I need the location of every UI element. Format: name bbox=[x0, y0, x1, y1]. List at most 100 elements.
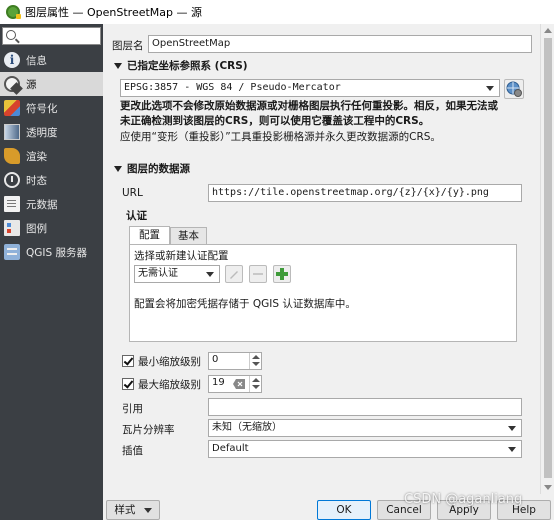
datasource-heading: 图层的数据源 bbox=[127, 163, 190, 175]
max-zoom-checkbox[interactable] bbox=[122, 378, 134, 390]
globe-settings-icon bbox=[506, 81, 522, 97]
url-input[interactable]: https://tile.openstreetmap.org/{z}/{x}/{… bbox=[208, 184, 522, 202]
rendering-icon bbox=[4, 148, 20, 164]
style-button-label: 样式 bbox=[114, 504, 136, 516]
max-zoom-value: 19 bbox=[212, 377, 225, 388]
title-bar: 图层属性 — OpenStreetMap — 源 bbox=[0, 0, 554, 24]
add-config-button[interactable] bbox=[273, 265, 291, 283]
reference-input[interactable] bbox=[208, 398, 522, 416]
info-icon: i bbox=[4, 52, 20, 68]
chevron-down-icon bbox=[508, 447, 516, 452]
minus-icon bbox=[253, 273, 263, 275]
sidebar-item-label: 符号化 bbox=[26, 102, 58, 115]
chevron-down-icon bbox=[206, 272, 214, 277]
auth-label: 认证 bbox=[126, 210, 147, 222]
sidebar-item-symbology[interactable]: 符号化 bbox=[0, 96, 103, 120]
remove-config-button[interactable] bbox=[249, 265, 267, 283]
sidebar-item-label: 图例 bbox=[26, 222, 47, 235]
sidebar-item-label: 渲染 bbox=[26, 150, 47, 163]
legend-icon bbox=[4, 220, 20, 236]
sidebar-item-metadata[interactable]: 元数据 bbox=[0, 192, 103, 216]
scroll-down-icon[interactable] bbox=[544, 485, 552, 490]
window-title: 图层属性 — OpenStreetMap — 源 bbox=[25, 6, 203, 19]
sidebar-item-label: 信息 bbox=[26, 54, 47, 67]
tab-config[interactable]: 配置 bbox=[129, 226, 170, 245]
crs-heading: 已指定坐标参照系 (CRS) bbox=[127, 60, 248, 72]
datasource-section-header[interactable]: 图层的数据源 bbox=[114, 161, 190, 176]
tile-resolution-value: 未知（无缩放） bbox=[212, 422, 282, 433]
sidebar-item-label: QGIS 服务器 bbox=[26, 246, 88, 259]
url-label: URL bbox=[122, 187, 143, 199]
min-zoom-label: 最小缩放级别 bbox=[138, 356, 201, 368]
crs-hint: 应使用“变形（重投影）”工具重投影栅格源并永久更改数据源的CRS。 bbox=[120, 131, 441, 143]
auth-config-prompt: 选择或新建认证配置 bbox=[134, 250, 229, 262]
auth-config-select[interactable]: 无需认证 bbox=[134, 265, 220, 283]
temporal-icon bbox=[4, 172, 20, 188]
metadata-icon bbox=[4, 196, 20, 212]
interpolation-select[interactable]: Default bbox=[208, 440, 522, 458]
sidebar-item-label: 透明度 bbox=[26, 126, 58, 139]
sidebar-item-rendering[interactable]: 渲染 bbox=[0, 144, 103, 168]
auth-config-note: 配置会将加密凭据存储于 QGIS 认证数据库中。 bbox=[134, 298, 356, 310]
vertical-scrollbar[interactable] bbox=[540, 24, 554, 494]
max-zoom-spinbox[interactable]: 19 bbox=[208, 375, 262, 393]
crs-selector[interactable]: EPSG:3857 - WGS 84 / Pseudo-Mercator bbox=[120, 79, 500, 97]
layer-name-input[interactable]: OpenStreetMap bbox=[148, 35, 532, 53]
source-panel: 图层名 OpenStreetMap 已指定坐标参照系 (CRS) EPSG:38… bbox=[104, 24, 540, 494]
search-icon bbox=[6, 30, 16, 40]
spin-down-icon bbox=[252, 385, 260, 389]
auth-config-panel: 选择或新建认证配置 无需认证 配置会将加密凭据存储于 QGIS 认证数据库中。 bbox=[129, 244, 517, 342]
sidebar-item-label: 元数据 bbox=[26, 198, 58, 211]
auth-config-value: 无需认证 bbox=[138, 268, 178, 279]
sidebar-item-label: 源 bbox=[26, 78, 37, 91]
spin-buttons[interactable] bbox=[249, 376, 261, 392]
crs-selector-button[interactable] bbox=[504, 79, 524, 99]
interpolation-label: 插值 bbox=[122, 445, 143, 457]
chevron-down-icon bbox=[508, 426, 516, 431]
symbology-icon bbox=[4, 100, 20, 116]
min-zoom-checkbox[interactable] bbox=[122, 355, 134, 367]
edit-config-button[interactable] bbox=[225, 265, 243, 283]
tile-resolution-select[interactable]: 未知（无缩放） bbox=[208, 419, 522, 437]
tile-resolution-label: 瓦片分辨率 bbox=[122, 424, 175, 436]
sidebar-item-temporal[interactable]: 时态 bbox=[0, 168, 103, 192]
layer-name-label: 图层名 bbox=[112, 40, 144, 52]
sidebar-item-label: 时态 bbox=[26, 174, 47, 187]
chevron-down-icon bbox=[486, 86, 494, 91]
crs-value: EPSG:3857 - WGS 84 / Pseudo-Mercator bbox=[124, 82, 341, 93]
max-zoom-label: 最大缩放级别 bbox=[138, 379, 201, 391]
spin-buttons[interactable] bbox=[249, 353, 261, 369]
min-zoom-value: 0 bbox=[212, 354, 219, 365]
tab-basic[interactable]: 基本 bbox=[170, 227, 207, 245]
crs-warning-line-2: 未正确检测到该图层的CRS，则可以使用它覆盖该工程中的CRS。 bbox=[120, 115, 430, 127]
pencil-icon bbox=[230, 271, 238, 279]
scroll-up-icon[interactable] bbox=[544, 28, 552, 33]
crs-warning-line-1: 更改此选项不会修改原始数据源或对栅格图层执行任何重投影。相反，如果无法或 bbox=[120, 100, 498, 112]
qgis-logo-icon bbox=[6, 5, 21, 19]
min-zoom-spinbox[interactable]: 0 bbox=[208, 352, 262, 370]
sidebar-item-legend[interactable]: 图例 bbox=[0, 216, 103, 240]
spin-up-icon bbox=[252, 378, 260, 382]
ok-button[interactable]: OK bbox=[317, 500, 371, 520]
clear-icon[interactable] bbox=[233, 379, 245, 389]
crs-warning: 更改此选项不会修改原始数据源或对栅格图层执行任何重投影。相反，如果无法或 未正确… bbox=[120, 99, 540, 129]
spin-up-icon bbox=[252, 355, 260, 359]
plus-icon bbox=[276, 268, 288, 280]
interpolation-value: Default bbox=[212, 443, 249, 454]
sidebar-item-qgis-server[interactable]: QGIS 服务器 bbox=[0, 240, 103, 264]
sidebar-item-transparency[interactable]: 透明度 bbox=[0, 120, 103, 144]
watermark: CSDN @aganliang bbox=[404, 492, 523, 507]
sidebar: i 信息 源 符号化 透明度 渲染 时态 元数据 图例 QGIS 服务器 bbox=[0, 24, 103, 520]
qgis-server-icon bbox=[4, 244, 20, 260]
crs-section-header[interactable]: 已指定坐标参照系 (CRS) bbox=[114, 58, 248, 73]
scrollbar-thumb[interactable] bbox=[544, 38, 552, 478]
source-icon bbox=[4, 76, 20, 92]
spin-down-icon bbox=[252, 362, 260, 366]
sidebar-item-source[interactable]: 源 bbox=[0, 72, 103, 96]
sidebar-item-info[interactable]: i 信息 bbox=[0, 48, 103, 72]
collapse-arrow-icon bbox=[114, 63, 122, 69]
reference-label: 引用 bbox=[122, 403, 143, 415]
search-input[interactable] bbox=[2, 27, 101, 45]
chevron-down-icon bbox=[143, 507, 152, 513]
style-menu-button[interactable]: 样式 bbox=[106, 500, 160, 520]
